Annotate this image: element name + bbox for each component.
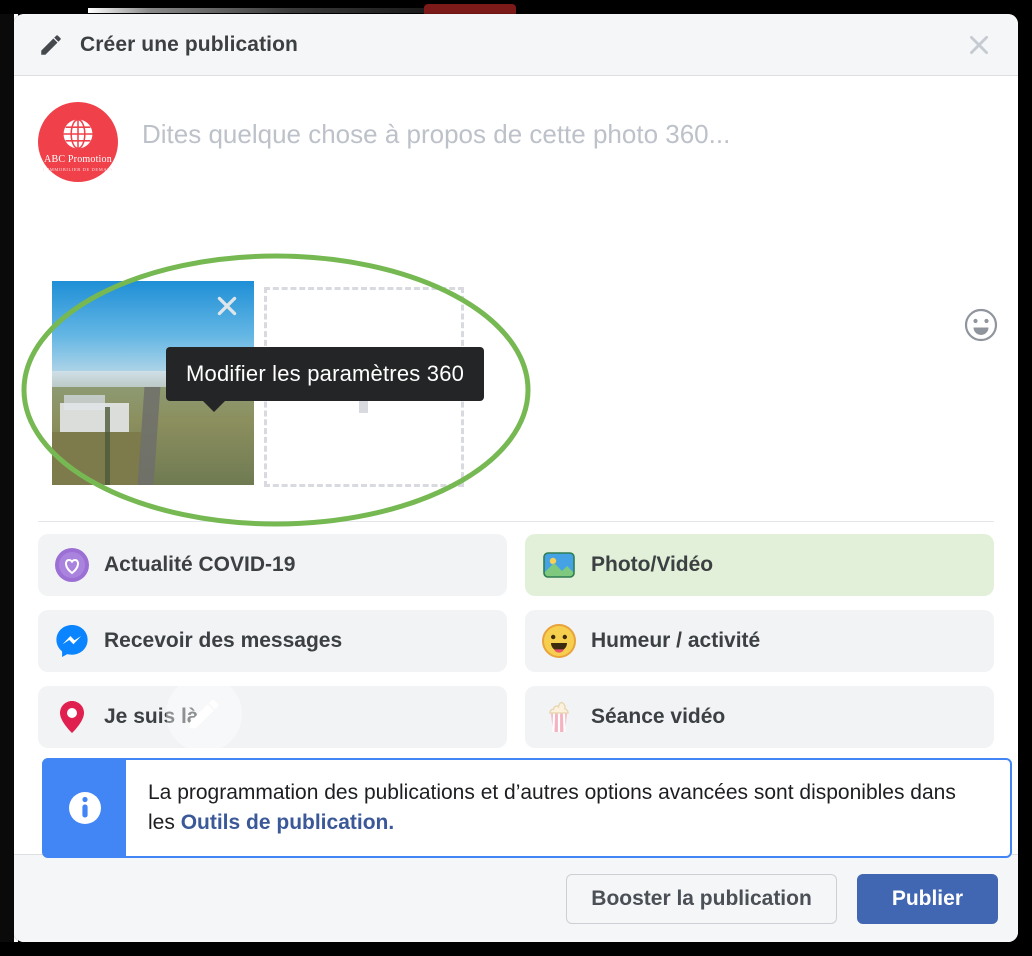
option-label: Photo/Vidéo: [591, 553, 714, 576]
pencil-icon: [189, 699, 219, 729]
dialog-title: Créer une publication: [80, 32, 298, 56]
options-row: Recevoir des messages Humeur / activité: [38, 610, 994, 672]
browser-top-strip: [0, 0, 1032, 14]
browser-toolbar-sliver: [88, 8, 428, 13]
publishing-tools-link[interactable]: Outils de publication.: [181, 811, 395, 834]
avatar-tagline: L'IMMOBILIER DE DEMAIN: [42, 166, 114, 172]
dialog-footer: Booster la publication Publier: [14, 854, 1018, 942]
browser-tab-sliver: [424, 4, 516, 14]
popcorn-icon: [549, 701, 569, 733]
avatar-brand-name: ABC Promotion: [44, 153, 112, 165]
location-pin-icon: [60, 701, 84, 733]
edit-360-tooltip: Modifier les paramètres 360: [166, 347, 485, 412]
photo-video-icon: [543, 552, 575, 578]
composer-area: ABC Promotion L'IMMOBILIER DE DEMAIN Dit…: [14, 76, 1018, 342]
publishing-tools-info-banner: La programmation des publications et d’a…: [42, 758, 1012, 858]
options-row: Actualité COVID-19 Photo/Vidéo: [38, 534, 994, 596]
attachments-area: Modifier les paramètres 360: [14, 281, 1018, 752]
dialog-header: Créer une publication: [14, 14, 1018, 76]
option-check-in[interactable]: Je suis là: [38, 686, 507, 748]
boost-post-button[interactable]: Booster la publication: [566, 873, 837, 924]
info-icon-container: [44, 760, 126, 856]
option-label: Séance vidéo: [591, 705, 726, 728]
post-text-input[interactable]: Dites quelque chose à propos de cette ph…: [142, 118, 730, 152]
create-post-dialog: Créer une publication ABC Promotion L'IM…: [14, 14, 1018, 942]
feeling-smiley-icon: [542, 624, 576, 658]
globe-icon: [63, 118, 93, 149]
close-icon: [970, 36, 988, 54]
option-label: Humeur / activité: [591, 629, 761, 652]
thumb-field: [52, 431, 141, 485]
option-label: Recevoir des messages: [104, 629, 343, 652]
covid-heart-icon: [55, 548, 89, 582]
info-banner-text: La programmation des publications et d’a…: [126, 760, 1010, 856]
edit-360-settings-button[interactable]: [166, 676, 242, 752]
option-covid-update[interactable]: Actualité COVID-19: [38, 534, 507, 596]
close-dialog-button[interactable]: [960, 26, 998, 64]
messenger-icon: [56, 625, 88, 657]
pencil-icon: [38, 32, 64, 58]
info-icon: [69, 792, 101, 824]
option-watch-party[interactable]: Séance vidéo: [525, 686, 994, 748]
option-receive-messages[interactable]: Recevoir des messages: [38, 610, 507, 672]
thumb-treeline: [104, 407, 110, 485]
page-avatar: ABC Promotion L'IMMOBILIER DE DEMAIN: [38, 102, 118, 182]
option-photo-video[interactable]: Photo/Vidéo: [525, 534, 994, 596]
screenshot-root: Créer une publication ABC Promotion L'IM…: [0, 0, 1032, 956]
remove-photo-button[interactable]: [210, 289, 244, 323]
page-left-edge: [0, 14, 14, 942]
close-icon: [217, 296, 237, 316]
post-options-list: Actualité COVID-19 Photo/Vidéo Recevoir …: [14, 522, 1018, 748]
option-label: Actualité COVID-19: [104, 553, 296, 576]
option-feeling-activity[interactable]: Humeur / activité: [525, 610, 994, 672]
publish-button[interactable]: Publier: [856, 873, 998, 924]
thumb-buildings-near: [60, 403, 129, 432]
